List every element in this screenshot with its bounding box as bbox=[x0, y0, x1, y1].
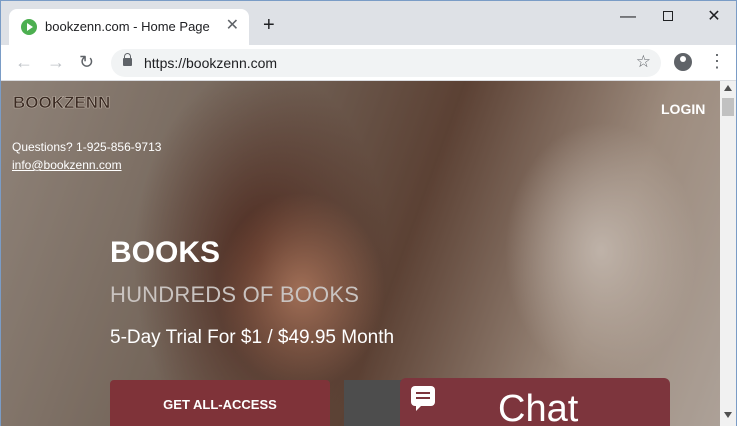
maximize-icon bbox=[663, 11, 673, 21]
new-tab-button[interactable]: + bbox=[263, 15, 275, 35]
tab-title: bookzenn.com - Home Page bbox=[45, 19, 210, 34]
chat-bubble-icon bbox=[411, 386, 435, 411]
profile-icon[interactable] bbox=[674, 53, 692, 71]
browser-menu-icon[interactable]: ⋮ bbox=[708, 51, 726, 71]
minimize-button[interactable]: — bbox=[613, 7, 643, 27]
page-viewport: BOOKZENN LOGIN Questions? 1-925-856-9713… bbox=[1, 81, 720, 426]
page-scrollbar[interactable] bbox=[720, 81, 736, 426]
back-button[interactable]: ← bbox=[15, 53, 33, 71]
get-all-access-button[interactable]: GET ALL-ACCESS bbox=[110, 380, 330, 426]
hero-subtitle: HUNDREDS OF BOOKS bbox=[110, 282, 360, 307]
contact-phone: Questions? 1-925-856-9713 bbox=[12, 140, 162, 154]
address-bar[interactable]: https://bookzenn.com ☆ bbox=[111, 49, 661, 77]
url-text[interactable]: https://bookzenn.com bbox=[144, 55, 277, 71]
favicon-icon bbox=[21, 19, 37, 35]
bookmark-star-icon[interactable]: ☆ bbox=[636, 52, 651, 72]
site-logo[interactable]: BOOKZENN bbox=[13, 93, 111, 113]
lock-icon[interactable] bbox=[123, 53, 132, 66]
login-link[interactable]: LOGIN bbox=[661, 101, 705, 117]
browser-toolbar: ← → ↻ https://bookzenn.com ☆ ⋮ bbox=[1, 45, 736, 81]
hero-background-image bbox=[1, 81, 720, 426]
forward-button[interactable]: → bbox=[47, 53, 65, 71]
tab-close-icon[interactable]: ✕ bbox=[226, 17, 239, 35]
hero-price: 5-Day Trial For $1 / $49.95 Month bbox=[110, 327, 395, 348]
close-window-button[interactable]: ✕ bbox=[699, 7, 729, 27]
scroll-down-icon[interactable] bbox=[724, 412, 732, 418]
active-tab[interactable]: bookzenn.com - Home Page ✕ bbox=[9, 9, 249, 45]
scroll-up-icon[interactable] bbox=[724, 85, 732, 91]
tab-strip: bookzenn.com - Home Page ✕ + — ✕ bbox=[1, 1, 736, 45]
chat-label: Chat bbox=[498, 388, 579, 426]
scroll-thumb[interactable] bbox=[722, 98, 734, 116]
chat-widget-button[interactable]: Chat bbox=[400, 378, 670, 426]
contact-email-link[interactable]: info@bookzenn.com bbox=[12, 158, 122, 172]
browser-window: bookzenn.com - Home Page ✕ + — ✕ ← → ↻ h… bbox=[0, 0, 737, 426]
hero-title: BOOKS bbox=[110, 236, 221, 269]
maximize-button[interactable] bbox=[653, 7, 683, 27]
reload-button[interactable]: ↻ bbox=[79, 53, 94, 71]
